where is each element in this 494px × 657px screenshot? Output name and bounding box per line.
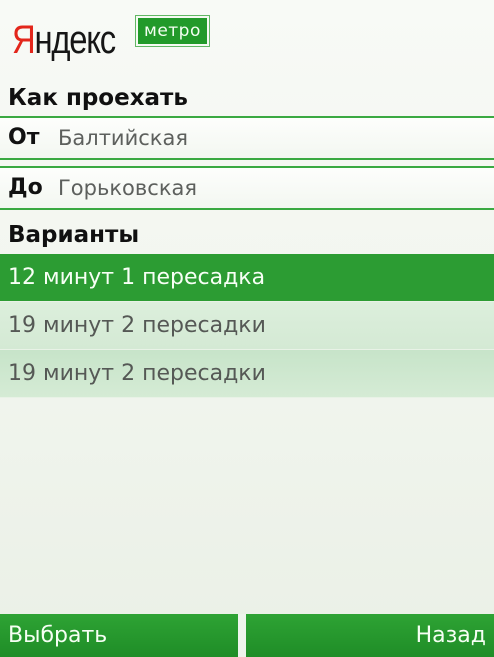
to-station-field[interactable]: До Горьковская: [0, 166, 494, 210]
route-variant-item[interactable]: 12 минут 1 пересадка: [0, 254, 494, 302]
route-variants-list: 12 минут 1 пересадка 19 минут 2 пересадк…: [0, 254, 494, 398]
metro-badge: метро: [135, 15, 210, 47]
softkey-bar: Выбрать Назад: [0, 614, 494, 657]
to-label: До: [8, 175, 43, 200]
select-button[interactable]: Выбрать: [0, 614, 238, 657]
to-station-value: Горьковская: [58, 176, 198, 200]
route-variant-item[interactable]: 19 минут 2 пересадки: [0, 350, 494, 398]
yandex-logo: Яндекс: [12, 16, 116, 64]
logo-rest: ндекс: [34, 18, 116, 62]
yandex-metro-screen: Яндекс метро Как проехать От Балтийская …: [0, 0, 494, 657]
back-button[interactable]: Назад: [246, 614, 494, 657]
app-header: Яндекс метро: [0, 0, 494, 78]
variants-title: Варианты: [8, 222, 140, 248]
route-variant-item[interactable]: 19 минут 2 пересадки: [0, 302, 494, 350]
route-title: Как проехать: [8, 85, 188, 111]
from-station-field[interactable]: От Балтийская: [0, 116, 494, 160]
from-label: От: [8, 125, 40, 150]
from-station-value: Балтийская: [58, 126, 188, 150]
logo-first-letter: Я: [12, 18, 36, 62]
